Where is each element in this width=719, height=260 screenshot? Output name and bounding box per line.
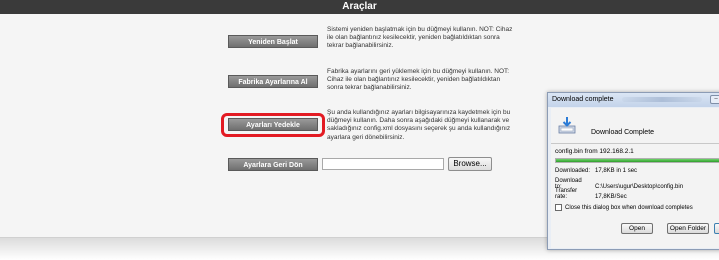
browse-button[interactable]: Browse... [448, 157, 492, 171]
restart-description: Sistemi yeniden başlatmak için bu düğmey… [327, 26, 513, 50]
titlebar-blur [622, 97, 702, 102]
panel-title: Araçlar [0, 0, 719, 14]
downloaded-value: 17,8KB in 1 sec [595, 168, 638, 174]
close-when-complete-option[interactable]: Close this dialog box when download comp… [555, 204, 693, 211]
download-progress-bar [555, 158, 719, 163]
transfer-rate-row: Transfer rate: 17,8KB/Sec [555, 188, 627, 200]
config-file-input[interactable] [322, 158, 444, 170]
factory-reset-description: Fabrika ayarlarını geri yüklemek için bu… [327, 68, 510, 92]
dialog-separator [551, 143, 719, 144]
factory-reset-button[interactable]: Fabrika Ayarlarına Al [228, 75, 318, 88]
minimize-button[interactable]: – [710, 95, 719, 104]
dialog-body: Download Complete config.bin from 192.16… [551, 108, 719, 248]
download-icon [558, 117, 576, 134]
downloaded-row: Downloaded: 17,8KB in 1 sec [555, 168, 637, 174]
transfer-rate-label: Transfer rate: [555, 188, 578, 200]
dialog-heading: Download Complete [591, 129, 655, 136]
open-button[interactable]: Open [621, 223, 653, 234]
backup-settings-description: Şu anda kullandığınız ayarları bilgisaya… [327, 109, 511, 141]
close-when-complete-label: Close this dialog box when download comp… [565, 205, 693, 212]
download-source: config.bin from 192.168.2.1 [555, 148, 634, 155]
transfer-rate-value: 17,8KB/Sec [595, 194, 627, 200]
download-progress-fill [556, 159, 719, 162]
open-folder-button[interactable]: Open Folder [667, 223, 709, 234]
downloaded-label: Downloaded: [555, 168, 591, 174]
download-complete-dialog: Download complete – Download Complete co… [547, 92, 719, 250]
restore-settings-button[interactable]: Ayarlara Geri Dön [228, 158, 318, 171]
highlight-annotation [221, 113, 325, 137]
close-button[interactable] [714, 223, 719, 234]
dialog-title: Download complete [552, 96, 614, 103]
restart-button[interactable]: Yeniden Başlat [228, 35, 318, 48]
close-when-complete-checkbox[interactable] [555, 204, 562, 211]
